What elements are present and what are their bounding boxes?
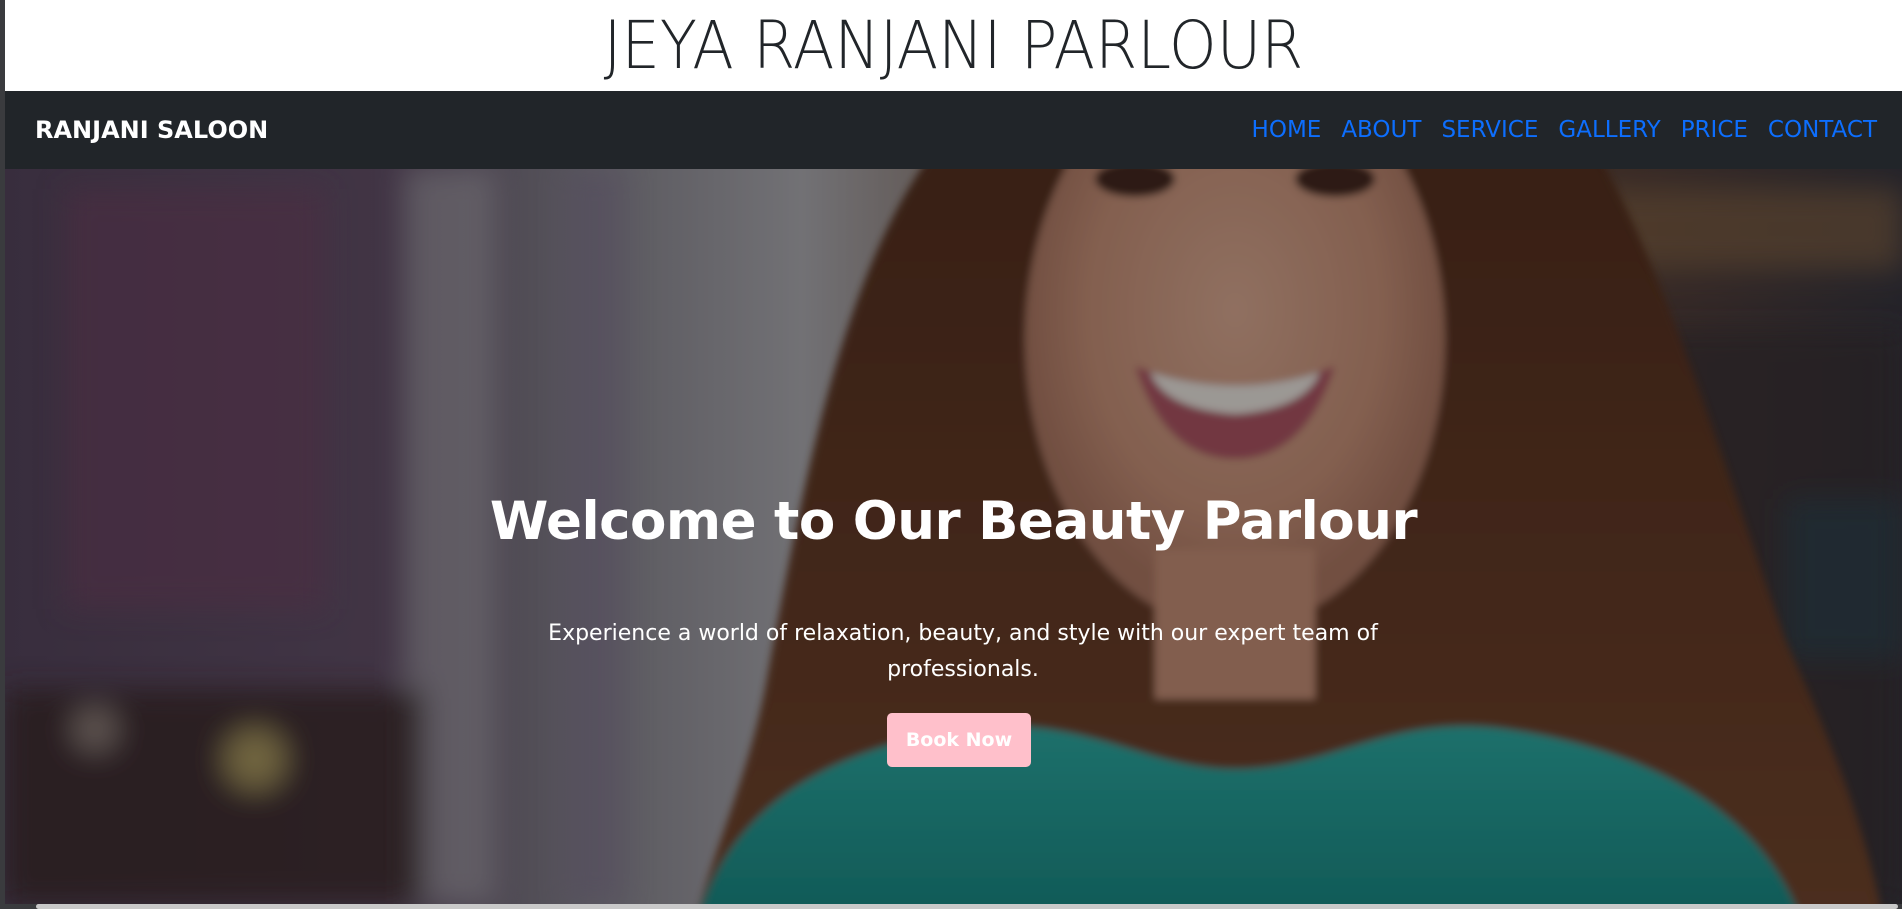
nav-link-about[interactable]: ABOUT	[1331, 117, 1431, 143]
nav-link-home[interactable]: HOME	[1242, 117, 1332, 143]
nav-links: HOME ABOUT SERVICE GALLERY PRICE CONTACT	[1242, 117, 1877, 143]
nav-link-price[interactable]: PRICE	[1671, 117, 1758, 143]
hero-content: Welcome to Our Beauty Parlour Experience…	[5, 169, 1902, 904]
nav-item-home: HOME	[1242, 117, 1332, 143]
nav-item-price: PRICE	[1671, 117, 1758, 143]
nav-item-gallery: GALLERY	[1548, 117, 1670, 143]
book-now-button[interactable]: Book Now	[887, 713, 1031, 767]
nav-link-gallery[interactable]: GALLERY	[1548, 117, 1670, 143]
horizontal-scrollbar[interactable]	[36, 904, 1898, 909]
navbar-brand[interactable]: RANJANI SALOON	[35, 116, 268, 144]
navbar: RANJANI SALOON HOME ABOUT SERVICE GALLER…	[5, 91, 1902, 169]
hero-section: Welcome to Our Beauty Parlour Experience…	[5, 169, 1902, 904]
hero-heading: Welcome to Our Beauty Parlour	[489, 491, 1418, 552]
nav-item-service: SERVICE	[1431, 117, 1548, 143]
site-title: JEYA RANJANI PARLOUR	[603, 7, 1304, 84]
nav-link-contact[interactable]: CONTACT	[1758, 117, 1877, 143]
nav-link-service[interactable]: SERVICE	[1431, 117, 1548, 143]
hero-text: Experience a world of relaxation, beauty…	[548, 621, 1378, 682]
nav-item-about: ABOUT	[1331, 117, 1431, 143]
page: JEYA RANJANI PARLOUR RANJANI SALOON HOME…	[5, 0, 1902, 904]
nav-item-contact: CONTACT	[1758, 117, 1877, 143]
